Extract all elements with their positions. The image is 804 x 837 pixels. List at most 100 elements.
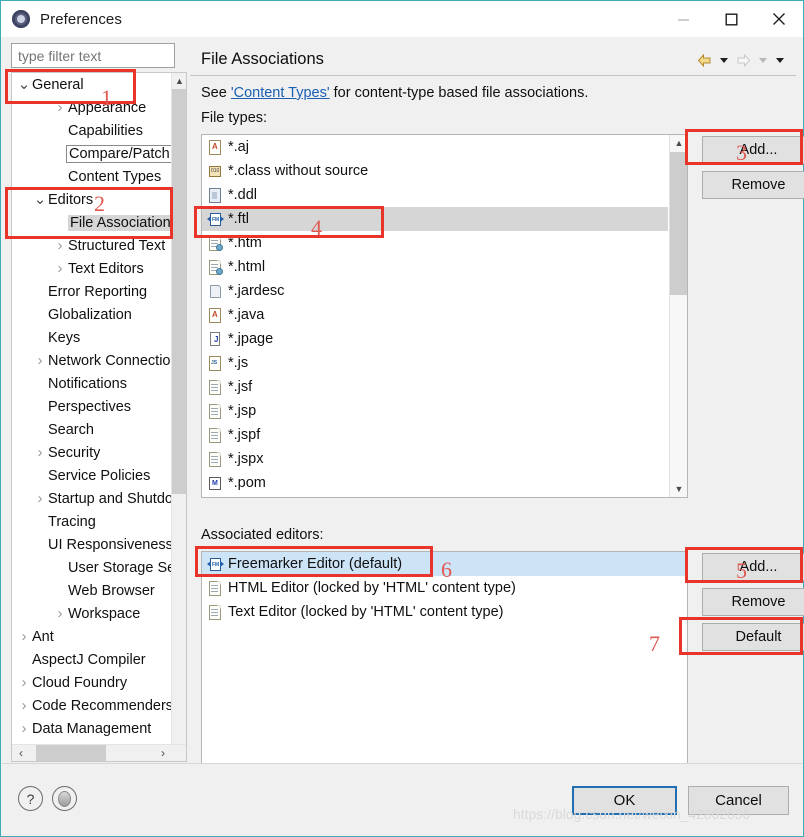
cancel-button[interactable]: Cancel [688, 786, 789, 815]
tree-item-globalization[interactable]: Globalization [12, 303, 172, 326]
editors-add-button[interactable]: Add... [702, 553, 804, 581]
scroll-left-icon[interactable]: ‹ [12, 745, 30, 761]
file-type-row[interactable]: *.jsf [202, 375, 668, 399]
chevron-right-icon[interactable]: › [16, 698, 32, 713]
file-types-scrollbar[interactable]: ▲ ▼ [669, 135, 687, 497]
tree-item-workspace[interactable]: › Workspace [12, 602, 172, 625]
tree-item-editors[interactable]: ⌄ Editors [12, 188, 172, 211]
tree-item-tracing[interactable]: Tracing [12, 510, 172, 533]
chevron-down-icon[interactable]: ⌄ [32, 192, 48, 207]
chevron-down-icon[interactable]: ⌄ [16, 77, 32, 92]
view-menu-chevron-down-icon[interactable] [771, 50, 788, 70]
file-type-row[interactable]: *.java [202, 303, 668, 327]
chevron-right-icon[interactable]: › [52, 238, 68, 253]
tree-item-label: Data Management [32, 720, 152, 737]
preferences-tree[interactable]: ⌄ General › Appearance Capabilities Compare/P… [11, 72, 187, 762]
tree-item-ui-responsiveness-monitoring[interactable]: UI Responsiveness Monitoring [12, 533, 172, 556]
file-types-add-button[interactable]: Add... [702, 136, 804, 164]
ok-button[interactable]: OK [572, 786, 677, 815]
file-type-label: *.pom [228, 475, 266, 491]
forward-menu-chevron-down-icon[interactable] [754, 50, 771, 70]
scroll-up-icon[interactable]: ▲ [172, 73, 186, 89]
file-type-row[interactable]: *.jardesc [202, 279, 668, 303]
file-type-row[interactable]: *.js [202, 351, 668, 375]
back-arrow-icon[interactable] [693, 50, 715, 70]
file-type-row[interactable]: *.class without source [202, 159, 668, 183]
chevron-right-icon[interactable]: › [32, 353, 48, 368]
editors-default-button[interactable]: Default [702, 623, 804, 651]
minimize-icon[interactable] [659, 1, 707, 37]
chevron-right-icon[interactable]: › [52, 100, 68, 115]
tree-item-capabilities[interactable]: Capabilities [12, 119, 172, 142]
associated-editor-label: Freemarker Editor (default) [228, 556, 403, 572]
file-type-row[interactable]: *.pom [202, 471, 668, 495]
forward-arrow-icon[interactable] [732, 50, 754, 70]
tree-vscroll-thumb[interactable] [172, 89, 186, 494]
file-type-label: *.jspf [228, 427, 261, 443]
tree-item-user-storage-service[interactable]: User Storage Service [12, 556, 172, 579]
chevron-right-icon[interactable]: › [16, 721, 32, 736]
tree-item-error-reporting[interactable]: Error Reporting [12, 280, 172, 303]
scroll-up-icon[interactable]: ▲ [670, 135, 687, 151]
file-type-row[interactable]: *.jpage [202, 327, 668, 351]
tree-item-service-policies[interactable]: Service Policies [12, 464, 172, 487]
tree-item-ant[interactable]: › Ant [12, 625, 172, 648]
tree-item-notifications[interactable]: Notifications [12, 372, 172, 395]
chevron-right-icon[interactable]: › [32, 491, 48, 506]
tree-item-code-recommenders[interactable]: › Code Recommenders [12, 694, 173, 717]
file-types-remove-button[interactable]: Remove [702, 171, 804, 199]
file-types-list[interactable]: *.aj *.class without source *.ddl *.ftl *.ht… [201, 134, 688, 498]
tree-item-content-types[interactable]: Content Types [12, 165, 172, 188]
associated-editor-row[interactable]: HTML Editor (locked by 'HTML' content ty… [202, 576, 687, 600]
content-types-link[interactable]: 'Content Types' [231, 85, 330, 101]
chevron-right-icon[interactable]: › [16, 629, 32, 644]
file-type-row[interactable]: *.ddl [202, 183, 668, 207]
file-type-row[interactable]: *.aj [202, 135, 668, 159]
tree-hscroll-thumb[interactable] [36, 745, 106, 761]
file-type-row[interactable]: *.html [202, 255, 668, 279]
tree-item-general[interactable]: ⌄ General [12, 73, 172, 96]
associated-editor-row[interactable]: Freemarker Editor (default) [202, 552, 687, 576]
tree-item-web-browser[interactable]: Web Browser [12, 579, 172, 602]
tree-item-appearance[interactable]: › Appearance [12, 96, 172, 119]
file-type-row[interactable]: *.jsp [202, 399, 668, 423]
tree-item-aspectj-compiler[interactable]: AspectJ Compiler [12, 648, 172, 671]
text-file-icon [207, 604, 224, 621]
tree-item-cloud-foundry[interactable]: › Cloud Foundry [12, 671, 172, 694]
tree-item-network-connections[interactable]: ›Network Connections [12, 349, 173, 372]
close-icon[interactable] [755, 1, 803, 37]
preferences-gear-icon [11, 9, 31, 29]
editors-remove-button[interactable]: Remove [702, 588, 804, 616]
file-types-scroll-thumb[interactable] [670, 152, 687, 295]
help-question-icon[interactable]: ? [18, 786, 43, 811]
restore-defaults-icon[interactable] [52, 786, 77, 811]
tree-horizontal-scrollbar[interactable]: ‹ › [12, 744, 186, 761]
file-type-row[interactable]: *.jspf [202, 423, 668, 447]
scroll-right-icon[interactable]: › [154, 745, 172, 761]
file-type-row[interactable]: *.jspx [202, 447, 668, 471]
tree-item-perspectives[interactable]: Perspectives [12, 395, 172, 418]
filter-input[interactable] [11, 43, 175, 68]
tree-vertical-scrollbar[interactable]: ▲ ▼ [171, 73, 186, 761]
associated-editor-row[interactable]: Text Editor (locked by 'HTML' content ty… [202, 600, 687, 624]
tree-item-file-associations[interactable]: File Associations [12, 211, 172, 234]
file-type-row[interactable]: *.ftl [202, 207, 668, 231]
chevron-right-icon[interactable]: › [52, 606, 68, 621]
tree-item-label: Network Connections [48, 352, 172, 369]
scroll-down-icon[interactable]: ▼ [670, 481, 687, 497]
tree-item-keys[interactable]: Keys [12, 326, 172, 349]
chevron-right-icon[interactable]: › [16, 675, 32, 690]
tree-item-security[interactable]: › Security [12, 441, 172, 464]
tree-item-structured-text[interactable]: › Structured Text [12, 234, 172, 257]
chevron-right-icon[interactable]: › [32, 445, 48, 460]
tree-item-text-editors[interactable]: › Text Editors [12, 257, 172, 280]
maximize-icon[interactable] [707, 1, 755, 37]
back-menu-chevron-down-icon[interactable] [715, 50, 732, 70]
file-type-label: *.ddl [228, 187, 258, 203]
chevron-right-icon[interactable]: › [52, 261, 68, 276]
tree-item-data-management[interactable]: › Data Management [12, 717, 172, 740]
tree-item-search[interactable]: Search [12, 418, 172, 441]
file-type-row[interactable]: *.htm [202, 231, 668, 255]
tree-item-startup-and-shutdown[interactable]: ›Startup and Shutdown [12, 487, 173, 510]
tree-item-compare-patch[interactable]: Compare/Patch [12, 142, 172, 165]
